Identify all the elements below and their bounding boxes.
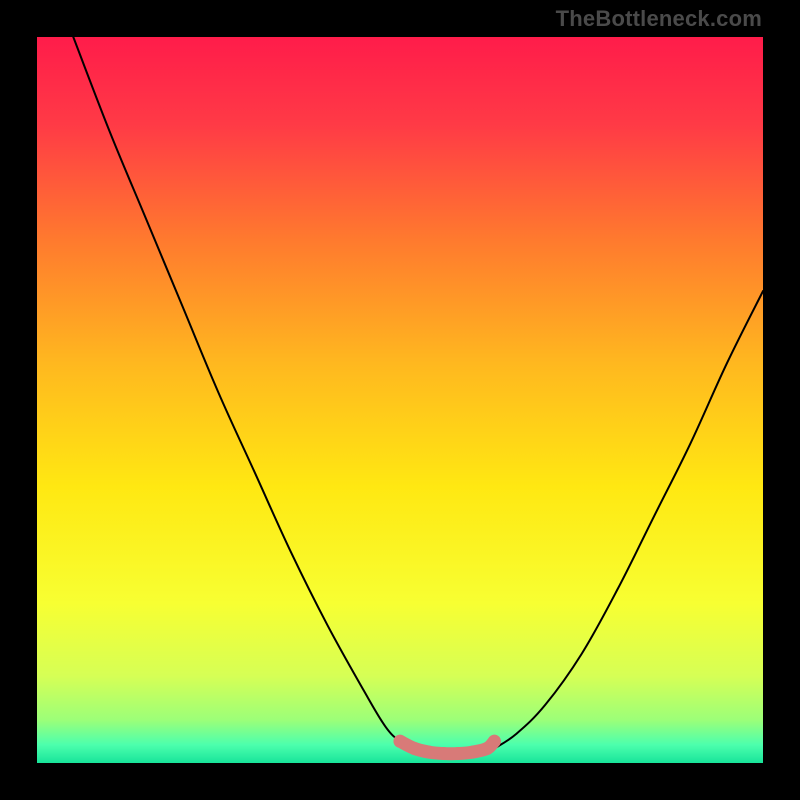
- left-curve: [73, 37, 414, 748]
- right-curve: [494, 291, 763, 748]
- watermark-text: TheBottleneck.com: [556, 6, 762, 32]
- highlight-dot: [437, 747, 450, 760]
- chart-frame: TheBottleneck.com: [0, 0, 800, 800]
- highlight-dot: [408, 742, 421, 755]
- highlight-dot: [466, 746, 479, 759]
- highlight-dot: [488, 735, 501, 748]
- plot-area: [37, 37, 763, 763]
- highlight-dot: [423, 746, 436, 759]
- curve-layer: [37, 37, 763, 763]
- highlight-dot: [452, 747, 465, 760]
- highlight-dot: [394, 735, 407, 748]
